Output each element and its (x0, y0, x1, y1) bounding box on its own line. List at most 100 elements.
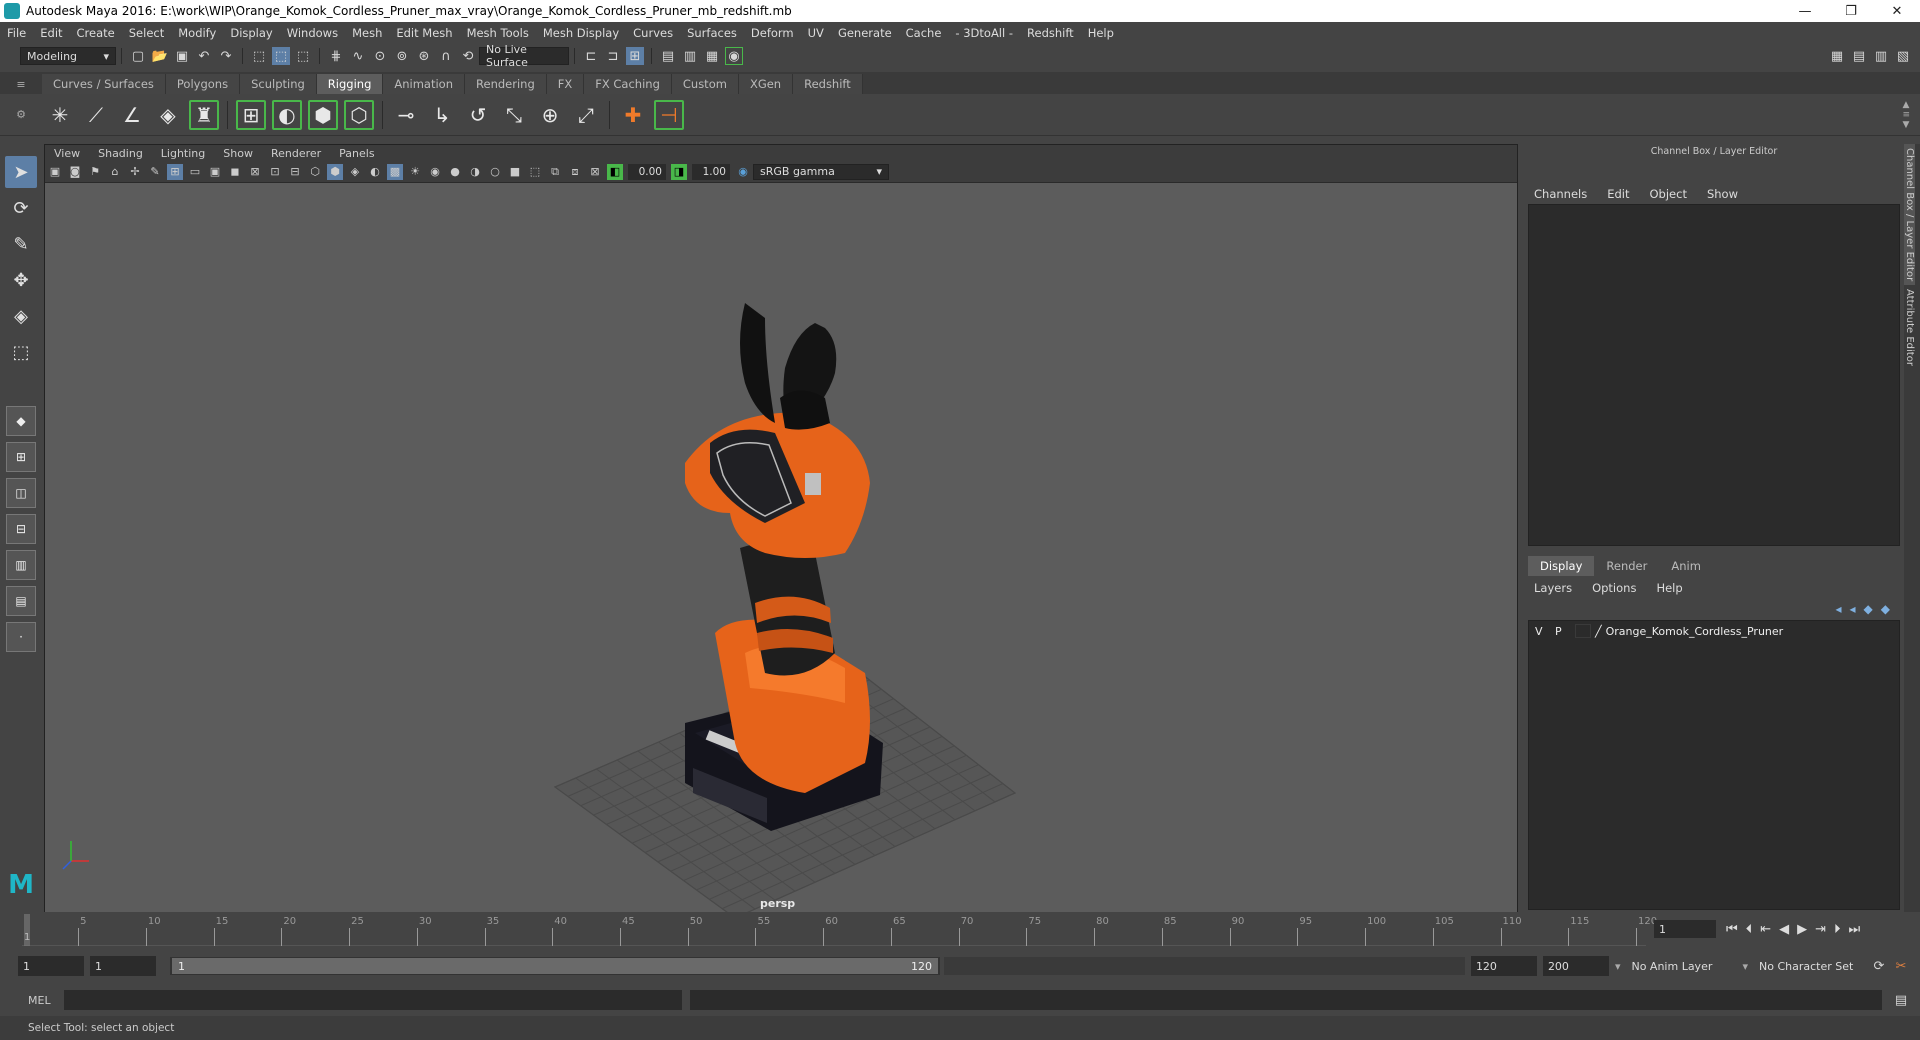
shadows-icon[interactable]: ◉ (427, 164, 443, 180)
camera-attributes-icon[interactable]: ◙ (67, 164, 83, 180)
wireframe-icon[interactable]: ⬡ (307, 164, 323, 180)
layer-menu-layers[interactable]: Layers (1524, 581, 1582, 595)
move-tool-icon[interactable]: ✥ (5, 264, 37, 296)
shelf-tab-fx-caching[interactable]: FX Caching (584, 74, 672, 94)
shelf-tab-fx[interactable]: FX (546, 74, 585, 94)
menu-mesh-tools[interactable]: Mesh Tools (460, 26, 536, 40)
snap-grid-icon[interactable]: ⋕ (327, 47, 345, 65)
play-backward-icon[interactable]: ◀ (1779, 922, 1789, 937)
undo-icon[interactable]: ↶ (195, 47, 213, 65)
vp-menu-panels[interactable]: Panels (330, 147, 383, 160)
aim-constraint-icon[interactable]: ⊕ (535, 100, 565, 130)
close-button[interactable]: ✕ (1874, 4, 1920, 19)
step-forward-icon[interactable]: ⏵ (1834, 922, 1841, 937)
input-ops-icon[interactable]: ⊏ (582, 47, 600, 65)
motion-blur-icon[interactable]: ◑ (467, 164, 483, 180)
lasso-tool-icon[interactable]: ⟳ (5, 192, 37, 224)
menu-uv[interactable]: UV (801, 26, 831, 40)
custom-layout-icon[interactable]: · (6, 622, 36, 652)
skeleton-icon[interactable]: ♜ (189, 99, 219, 130)
vp-menu-view[interactable]: View (45, 147, 89, 160)
step-back-key-icon[interactable]: ⇤ (1760, 922, 1771, 937)
wireframe-on-shaded-icon[interactable]: ◈ (347, 164, 363, 180)
restore-button[interactable]: ❐ (1828, 4, 1874, 19)
safe-title-icon[interactable]: ⊟ (287, 164, 303, 180)
snap-surface-icon[interactable]: ⊛ (415, 47, 433, 65)
command-language-label[interactable]: MEL (28, 994, 64, 1007)
textured-icon[interactable]: ▩ (387, 163, 403, 180)
chevron-down-icon[interactable]: ▾ (1742, 960, 1748, 973)
camera-select-icon[interactable]: ▣ (47, 164, 63, 180)
default-material-icon[interactable]: ◐ (367, 164, 383, 180)
select-component-icon[interactable]: ⬚ (294, 47, 312, 65)
channel-box-area[interactable] (1528, 204, 1900, 546)
range-slider-track[interactable]: 1 120 (170, 957, 940, 975)
vp-menu-renderer[interactable]: Renderer (262, 147, 330, 160)
menu-surfaces[interactable]: Surfaces (680, 26, 744, 40)
cb-menu-object[interactable]: Object (1640, 187, 1697, 201)
layer-playback-toggle[interactable]: P (1555, 625, 1575, 638)
tool-settings-icon[interactable]: ▥ (1872, 47, 1890, 65)
exposure-icon[interactable]: ◧ (607, 163, 623, 180)
current-frame-field[interactable]: 1 (1654, 920, 1716, 938)
ik-handle-icon[interactable]: ⟋ (81, 100, 111, 130)
minimize-button[interactable]: — (1782, 4, 1828, 19)
script-editor-icon[interactable]: ▤ (1892, 991, 1910, 1009)
channel-box-icon[interactable]: ▧ (1894, 47, 1912, 65)
film-gate-icon[interactable]: ▭ (187, 164, 203, 180)
chevron-down-icon[interactable]: ▾ (1615, 960, 1621, 973)
persp-graph-layout-icon[interactable]: ⊟ (6, 514, 36, 544)
live-surface-field[interactable]: No Live Surface (479, 43, 569, 69)
layer-tab-display[interactable]: Display (1528, 556, 1595, 576)
new-scene-icon[interactable]: ▢ (129, 47, 147, 65)
step-back-icon[interactable]: ⏴ (1746, 922, 1753, 937)
shelf-tab-rigging[interactable]: Rigging (316, 74, 384, 94)
shelf-tab-custom[interactable]: Custom (671, 74, 739, 94)
layer-menu-options[interactable]: Options (1582, 581, 1646, 595)
exposure-field[interactable]: 0.00 (628, 163, 666, 180)
modeling-toolkit-icon[interactable]: ▦ (1828, 47, 1846, 65)
lattice-icon[interactable]: ⬢ (308, 99, 338, 130)
shelf-scroll-down-icon[interactable]: ▼ (1902, 120, 1910, 130)
hypershade-icon[interactable]: ◉ (725, 47, 743, 65)
play-forward-icon[interactable]: ▶ (1797, 922, 1807, 937)
colorspace-dropdown[interactable]: sRGB gamma ▾ (753, 163, 889, 180)
field-chart-icon[interactable]: ⊠ (247, 164, 263, 180)
resolution-gate-icon[interactable]: ▣ (207, 164, 223, 180)
orient-constraint-icon[interactable]: ↺ (463, 100, 493, 130)
pruner-model[interactable] (685, 303, 883, 831)
shelf-tab-rendering[interactable]: Rendering (465, 74, 547, 94)
shelf-menu-icon[interactable]: ≡ (0, 74, 42, 94)
scale-tool-icon[interactable]: ⬚ (5, 336, 37, 368)
ipr-render-icon[interactable]: ▥ (681, 47, 699, 65)
menu-mesh[interactable]: Mesh (345, 26, 389, 40)
menu-redshift[interactable]: Redshift (1020, 26, 1081, 40)
select-tool-icon[interactable]: ➤ (5, 156, 37, 188)
menu-cache[interactable]: Cache (899, 26, 949, 40)
parent-constraint-icon[interactable]: ⊸ (391, 100, 421, 130)
menu-mesh-display[interactable]: Mesh Display (536, 26, 626, 40)
scale-constraint-icon[interactable]: ⤡ (499, 100, 529, 130)
color-management-icon[interactable]: ◉ (735, 164, 751, 180)
side-tab-channel-box[interactable]: Channel Box / Layer Editor (1904, 144, 1915, 286)
xray-joints-icon[interactable]: ⧈ (567, 164, 583, 180)
move-layer-down-icon[interactable]: ◂ (1850, 602, 1856, 616)
isolate-select-icon[interactable]: ⬚ (527, 164, 543, 180)
point-constraint-icon[interactable]: ↳ (427, 100, 457, 130)
locator-icon[interactable]: ✚ (618, 100, 648, 130)
insert-joint-icon[interactable]: ◈ (153, 100, 183, 130)
menu-3dtoall[interactable]: - 3DtoAll - (948, 26, 1020, 40)
four-view-layout-icon[interactable]: ⊞ (6, 442, 36, 472)
snap-view-icon[interactable]: ⊚ (393, 47, 411, 65)
shelf-tab-animation[interactable]: Animation (383, 74, 466, 94)
depth-of-field-icon[interactable]: ■ (507, 164, 523, 180)
anti-aliasing-icon[interactable]: ○ (487, 164, 503, 180)
menuset-dropdown[interactable]: Modeling ▾ (20, 47, 116, 65)
shelf-tab-redshift[interactable]: Redshift (793, 74, 863, 94)
layer-visibility-toggle[interactable]: V (1535, 625, 1555, 638)
menu-create[interactable]: Create (70, 26, 122, 40)
image-plane-icon[interactable]: ⌂ (107, 164, 123, 180)
time-ruler[interactable]: 1510152025303540455055606570758085909510… (22, 914, 1657, 946)
cb-menu-channels[interactable]: Channels (1524, 187, 1597, 201)
single-perspective-layout-icon[interactable]: ◆ (6, 406, 36, 436)
